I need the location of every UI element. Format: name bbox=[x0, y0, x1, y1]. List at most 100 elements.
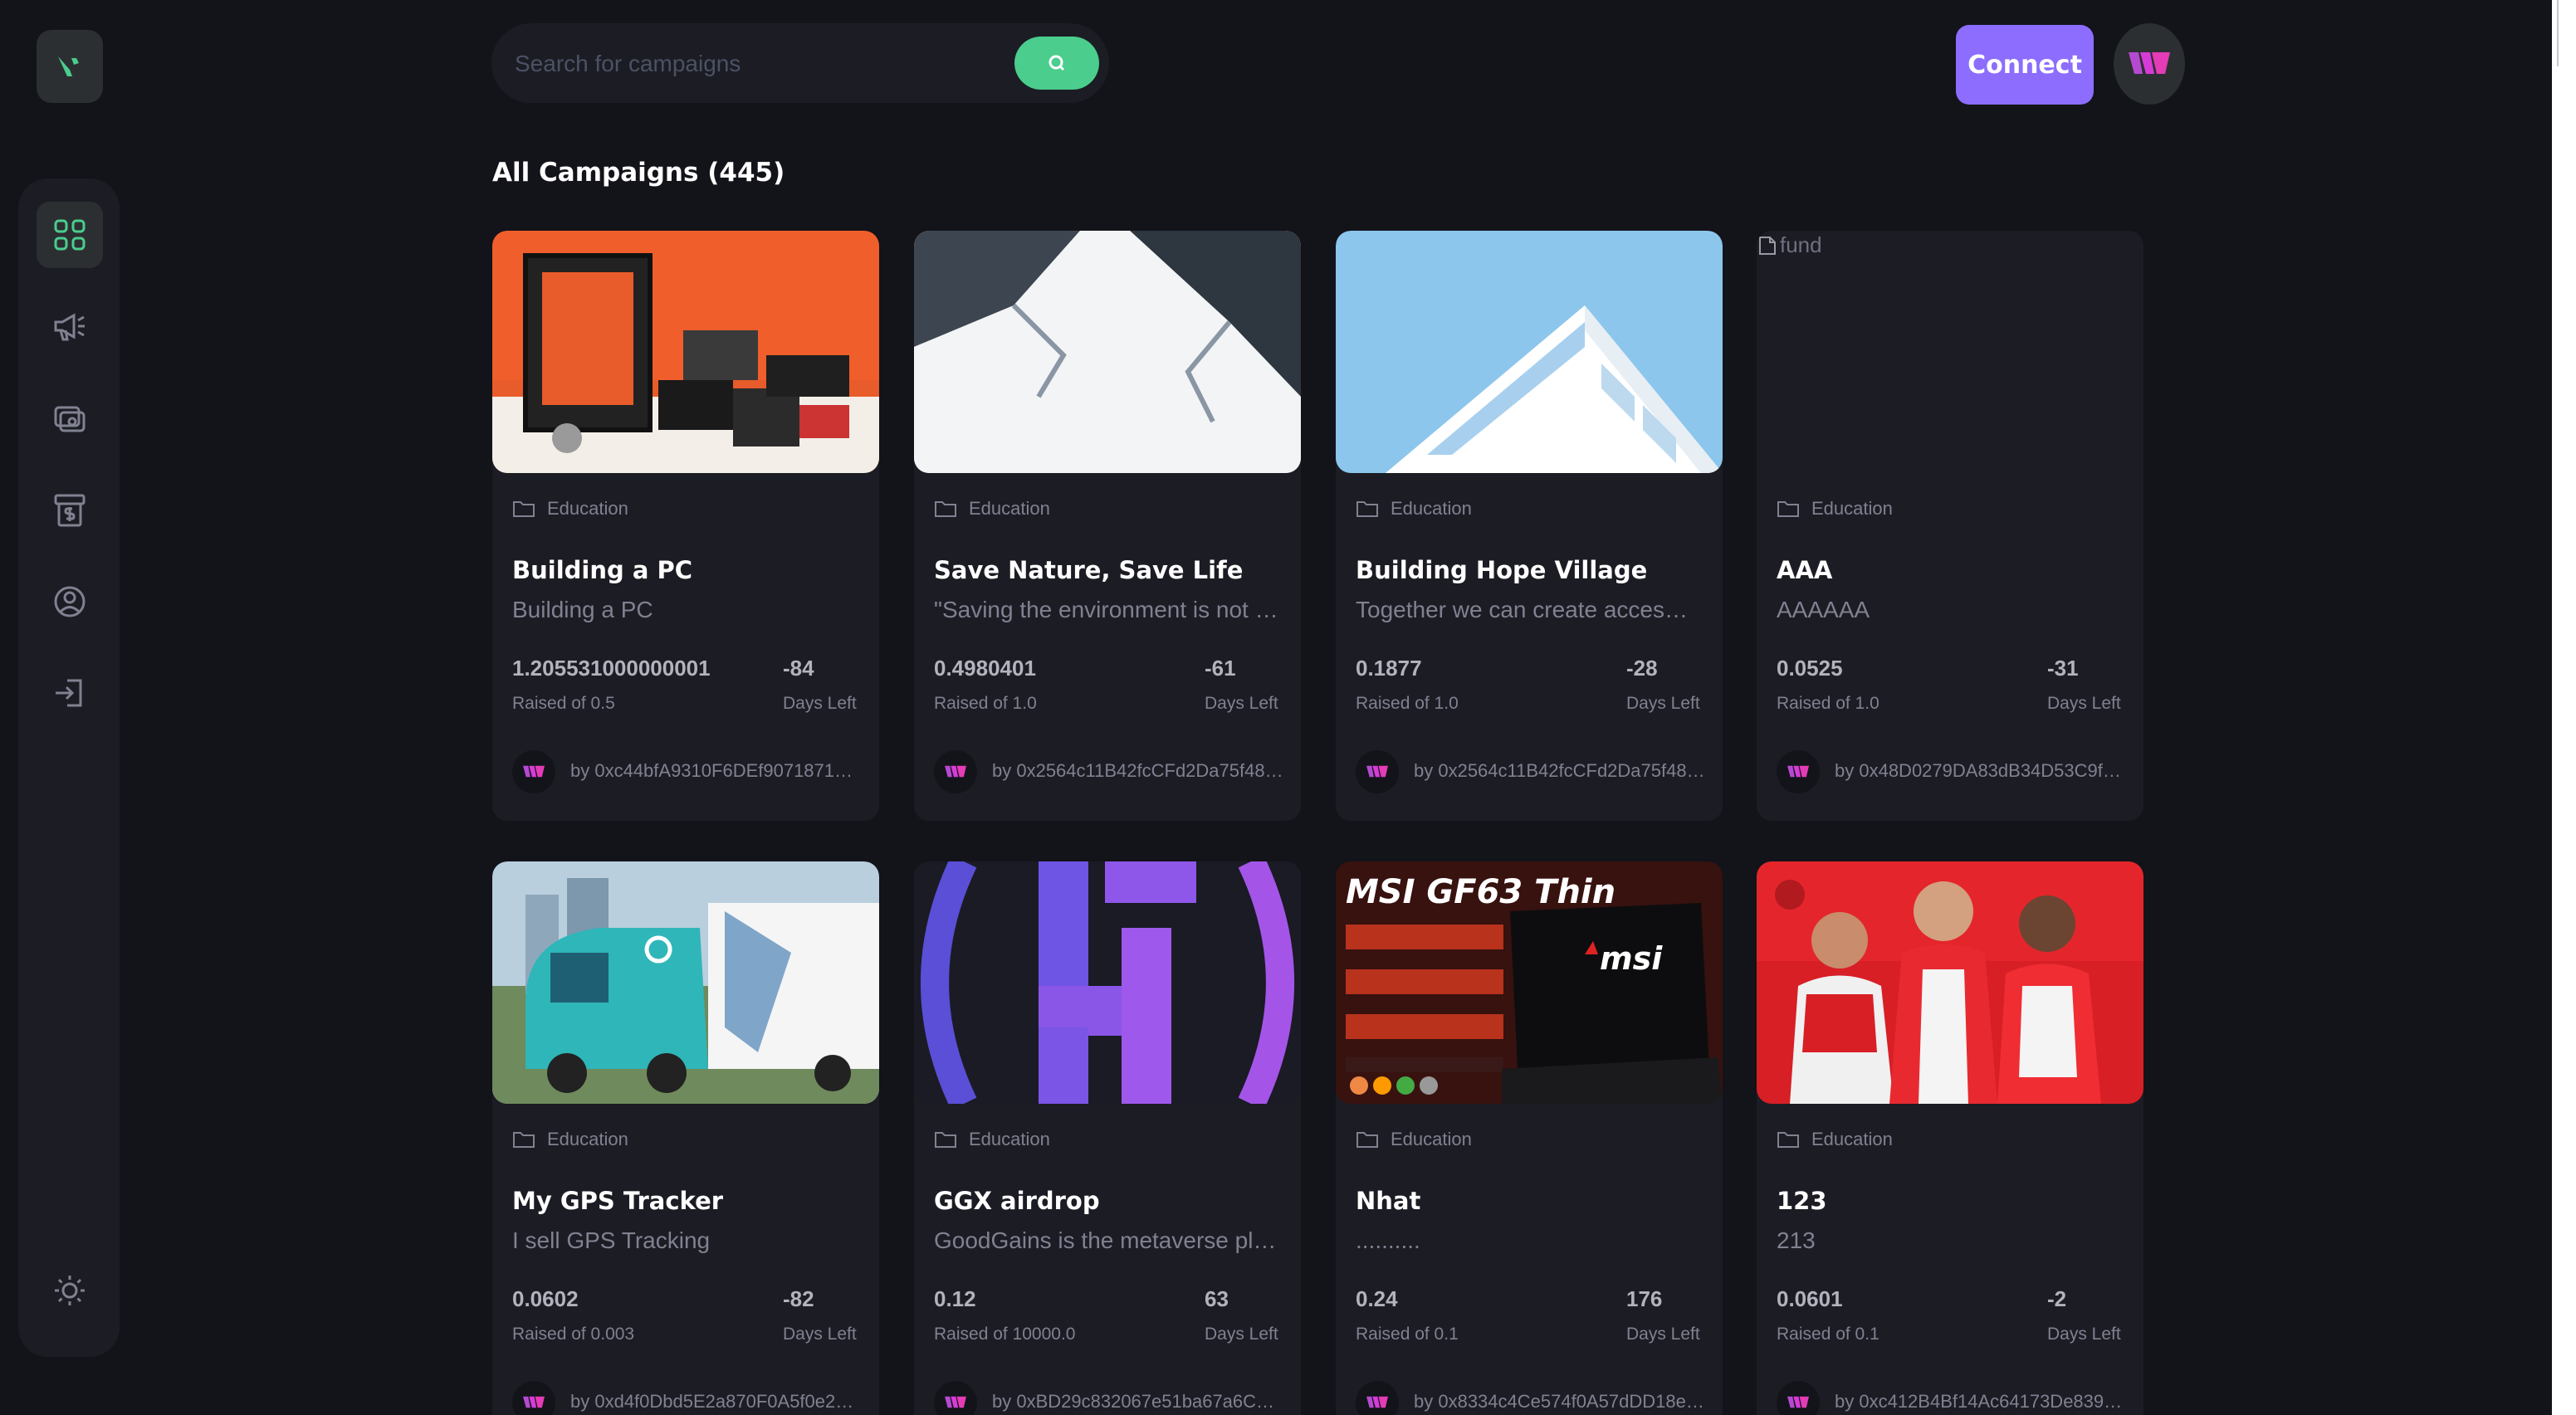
owner-avatar bbox=[512, 750, 555, 793]
campaign-title: Building a PC bbox=[512, 556, 693, 584]
nav-campaign[interactable] bbox=[37, 293, 103, 359]
nav-withdraw[interactable] bbox=[37, 476, 103, 543]
days-left-label: Days Left bbox=[1205, 1325, 1278, 1344]
campaign-description: "Saving the environment is not … bbox=[934, 597, 1278, 622]
campaign-image-building bbox=[1336, 231, 1723, 473]
amount-raised: 0.24 bbox=[1356, 1286, 1398, 1311]
thirdweb-logo-icon bbox=[523, 1396, 545, 1408]
category-label: Education bbox=[1391, 1129, 1472, 1149]
thirdweb-logo-icon bbox=[523, 765, 545, 778]
campaign-card[interactable]: Education Building a PC Building a PC 1.… bbox=[492, 231, 879, 821]
target-amount: Raised of 10000.0 bbox=[934, 1325, 1076, 1344]
owner-avatar bbox=[1777, 1381, 1820, 1415]
campaign-card[interactable]: Education Save Nature, Save Life "Saving… bbox=[914, 231, 1301, 821]
category-label: Education bbox=[1811, 498, 1893, 519]
category-label: Education bbox=[1811, 1129, 1893, 1149]
logo[interactable] bbox=[37, 30, 103, 103]
days-left-value: 176 bbox=[1626, 1286, 1663, 1311]
campaign-title: Nhat bbox=[1356, 1187, 1421, 1215]
owner-avatar bbox=[934, 750, 977, 793]
nav-payment[interactable] bbox=[37, 385, 103, 451]
category-label: Education bbox=[969, 1129, 1050, 1149]
app-window: Connect All Campaigns (445) bbox=[0, 0, 2552, 1415]
logout-icon bbox=[56, 679, 82, 707]
target-amount: Raised of 0.1 bbox=[1356, 1325, 1459, 1344]
search-bar bbox=[491, 23, 1109, 103]
days-left-label: Days Left bbox=[2047, 1325, 2121, 1344]
campaign-description: Together we can create acces… bbox=[1356, 597, 1688, 622]
campaign-title: My GPS Tracker bbox=[512, 1187, 724, 1215]
profile-icon bbox=[54, 586, 86, 617]
campaign-description: AAAAAA bbox=[1777, 597, 1870, 622]
nav-logout[interactable] bbox=[37, 660, 103, 726]
broken-image-icon bbox=[1759, 236, 1776, 255]
ad-headline: MSI GF63 Thin bbox=[1346, 873, 1615, 911]
folder-icon bbox=[1356, 1132, 1378, 1148]
thirdweb-logo-icon bbox=[945, 1396, 966, 1408]
campaign-card[interactable]: Education My GPS Tracker I sell GPS Trac… bbox=[492, 861, 879, 1415]
campaign-description: Building a PC bbox=[512, 597, 653, 622]
thirdweb-logo-icon bbox=[945, 765, 966, 778]
thirdweb-logo-icon bbox=[1787, 765, 1809, 778]
campaign-image-ggx-logo bbox=[914, 861, 1301, 1104]
category-row: Education bbox=[1356, 498, 1472, 520]
thirdweb-logo-icon bbox=[1787, 1396, 1809, 1408]
broken-image: fund bbox=[1758, 232, 1822, 258]
owner-avatar bbox=[1777, 750, 1820, 793]
folder-icon bbox=[1777, 501, 1799, 517]
campaign-card[interactable]: MSI GF63 Thin msi Education Nhat .......… bbox=[1336, 861, 1723, 1415]
search-icon bbox=[1048, 55, 1065, 71]
amount-raised: 0.0602 bbox=[512, 1286, 579, 1311]
theme-toggle[interactable] bbox=[37, 1257, 103, 1324]
campaign-image-football-players bbox=[1757, 861, 2143, 1104]
days-left-label: Days Left bbox=[2047, 694, 2121, 713]
amount-raised: 0.12 bbox=[934, 1286, 976, 1311]
category-row: Education bbox=[934, 498, 1050, 520]
amount-raised: 0.0601 bbox=[1777, 1286, 1843, 1311]
withdraw-icon bbox=[54, 494, 86, 527]
campaign-owner: by 0x2564c11B42fcCFd2Da75f48222… bbox=[1414, 760, 1706, 781]
days-left-label: Days Left bbox=[783, 694, 857, 713]
days-left-label: Days Left bbox=[783, 1325, 857, 1344]
logo-icon bbox=[58, 56, 79, 76]
campaign-title: GGX airdrop bbox=[934, 1187, 1100, 1215]
scrollbar[interactable] bbox=[2557, 0, 2559, 66]
owner-avatar bbox=[512, 1381, 555, 1415]
campaign-title: AAA bbox=[1777, 556, 1833, 584]
campaign-owner: by 0x48D0279DA83dB34D53C9f6250… bbox=[1835, 760, 2127, 781]
connect-button[interactable]: Connect bbox=[1956, 25, 2094, 105]
page-title: All Campaigns (445) bbox=[492, 158, 785, 188]
category-label: Education bbox=[969, 498, 1050, 519]
campaign-description: GoodGains is the metaverse pl… bbox=[934, 1227, 1277, 1253]
profile-avatar[interactable] bbox=[2114, 23, 2185, 105]
days-left-label: Days Left bbox=[1205, 694, 1278, 713]
category-row: Education bbox=[934, 1129, 1050, 1150]
campaign-description: I sell GPS Tracking bbox=[512, 1227, 711, 1253]
campaign-card[interactable]: fund Education AAA AAAAAA 0.0525 Raised … bbox=[1757, 231, 2143, 821]
campaign-card[interactable]: Education Building Hope Village Together… bbox=[1336, 231, 1723, 821]
amount-raised: 0.0525 bbox=[1777, 656, 1843, 681]
folder-icon bbox=[935, 501, 956, 517]
nav-profile[interactable] bbox=[37, 568, 103, 635]
thirdweb-logo-icon bbox=[1366, 1396, 1388, 1408]
sidebar bbox=[18, 178, 120, 1357]
owner-avatar bbox=[934, 1381, 977, 1415]
ad-brand: msi bbox=[1600, 940, 1663, 977]
nav-dashboard[interactable] bbox=[37, 202, 103, 268]
campaign-image-truck bbox=[492, 861, 879, 1104]
search-input[interactable] bbox=[513, 43, 981, 85]
days-left-value: -82 bbox=[783, 1286, 814, 1311]
target-amount: Raised of 1.0 bbox=[934, 694, 1037, 713]
campaign-image-broken: fund bbox=[1757, 231, 2143, 473]
campaign-owner: by 0xc44bfA9310F6DEf90718717cda2… bbox=[570, 760, 863, 781]
campaign-card[interactable]: Education GGX airdrop GoodGains is the m… bbox=[914, 861, 1301, 1415]
campaign-card[interactable]: Education 123 213 0.0601 Raised of 0.1 -… bbox=[1757, 861, 2143, 1415]
window-edge bbox=[2552, 0, 2576, 1415]
target-amount: Raised of 0.1 bbox=[1777, 1325, 1879, 1344]
category-label: Education bbox=[547, 498, 628, 519]
category-label: Education bbox=[547, 1129, 628, 1149]
dashboard-icon bbox=[54, 219, 86, 251]
search-button[interactable] bbox=[1014, 37, 1099, 90]
campaign-title: Save Nature, Save Life bbox=[934, 556, 1244, 584]
target-amount: Raised of 1.0 bbox=[1777, 694, 1879, 713]
